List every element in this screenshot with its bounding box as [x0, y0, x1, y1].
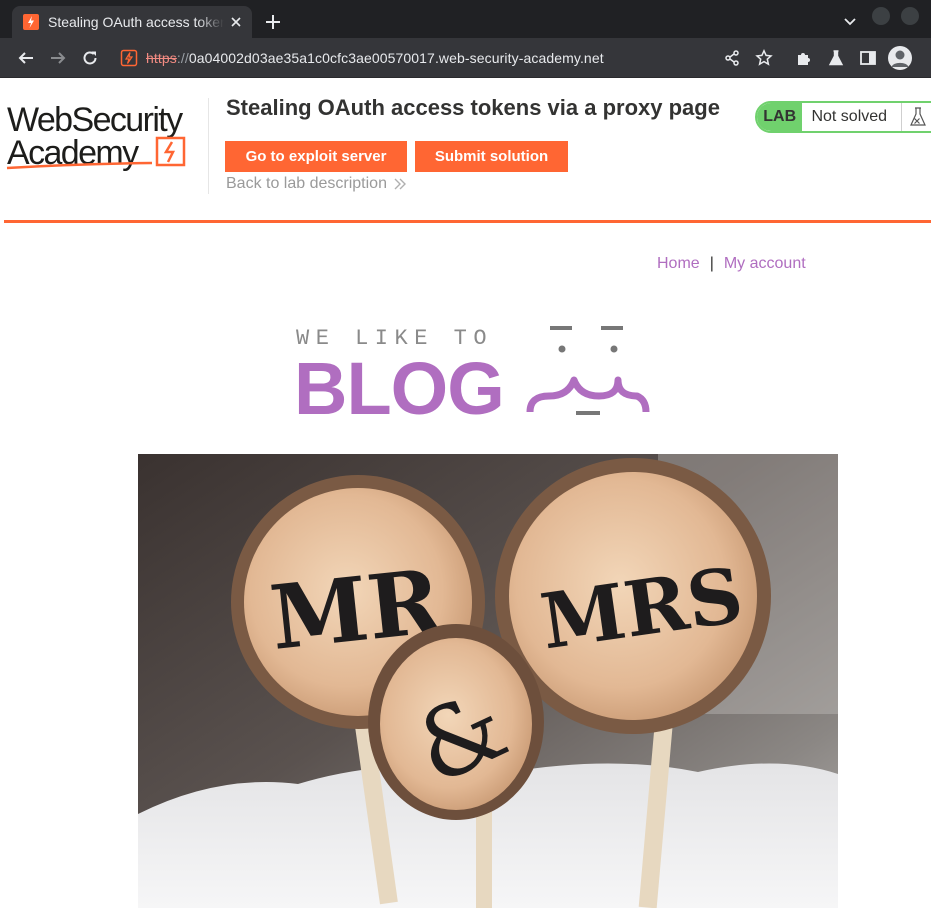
tab-search-chevron-icon[interactable]	[842, 13, 858, 29]
side-panel-icon[interactable]	[859, 49, 877, 67]
labs-flask-icon[interactable]	[827, 49, 845, 67]
brace-face-icon	[526, 326, 650, 415]
person-icon	[891, 50, 909, 67]
back-to-lab-description-link[interactable]: Back to lab description	[226, 175, 407, 193]
new-tab-icon[interactable]	[262, 11, 284, 33]
lab-status-text: Not solved	[811, 108, 888, 125]
tab-title: Stealing OAuth access tokens via a proxy…	[48, 14, 224, 30]
go-to-exploit-server-button[interactable]: Go to exploit server	[225, 141, 407, 172]
blog-nav: Home | My account	[657, 255, 806, 273]
url-host: 0a04002d03ae35a1c0cfc3ae00570017.web-sec…	[188, 50, 604, 66]
minimize-window-button[interactable]	[872, 7, 890, 25]
back-arrow-icon[interactable]	[17, 49, 35, 67]
nav-my-account-link[interactable]: My account	[724, 255, 806, 273]
site-info-icon[interactable]	[120, 49, 138, 67]
forward-arrow-icon[interactable]	[49, 49, 67, 67]
lab-title: Stealing OAuth access tokens via a proxy…	[226, 95, 720, 120]
lab-status-icon-box	[901, 103, 931, 131]
web-security-academy-logo[interactable]: WebSecurity Academy	[6, 100, 206, 172]
banner-main-text: BLOG	[294, 347, 504, 422]
extensions-puzzle-icon[interactable]	[795, 49, 813, 67]
address-bar[interactable]: https://0a04002d03ae35a1c0cfc3ae00570017…	[146, 50, 604, 66]
double-chevron-right-icon	[394, 178, 406, 190]
blog-post-hero-image[interactable]: MR MRS &	[138, 454, 838, 908]
maximize-window-button[interactable]	[901, 7, 919, 25]
reload-icon[interactable]	[81, 49, 99, 67]
browser-tab-bar: Stealing OAuth access tokens via a proxy…	[0, 0, 931, 38]
profile-avatar[interactable]	[888, 46, 912, 70]
header-divider	[208, 98, 209, 194]
lab-tag: LAB	[757, 103, 803, 131]
lightning-favicon-icon	[23, 14, 39, 30]
flask-icon	[909, 107, 926, 126]
back-link-label: Back to lab description	[226, 175, 387, 192]
close-tab-icon[interactable]	[228, 14, 244, 30]
bookmark-star-icon[interactable]	[755, 49, 773, 67]
url-scheme: https	[146, 50, 177, 66]
lab-header-border	[4, 220, 931, 223]
lab-status-widget: LAB Not solved	[755, 101, 931, 133]
url-separator: ://	[176, 50, 189, 66]
browser-tab-active[interactable]: Stealing OAuth access tokens via a proxy…	[12, 6, 252, 38]
nav-home-link[interactable]: Home	[657, 255, 700, 273]
we-like-to-blog-banner: WE LIKE TO BLOG	[294, 326, 650, 422]
share-icon[interactable]	[723, 49, 741, 67]
nav-separator: |	[709, 255, 714, 272]
browser-toolbar: https://0a04002d03ae35a1c0cfc3ae00570017…	[0, 38, 931, 78]
submit-solution-button[interactable]: Submit solution	[415, 141, 568, 172]
